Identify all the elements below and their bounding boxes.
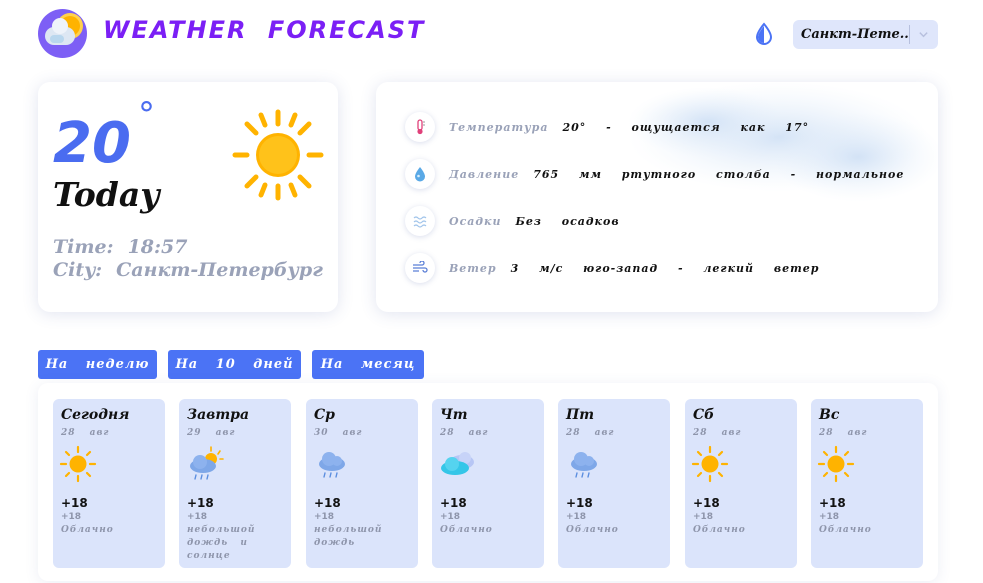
- current-temperature: 20: [53, 111, 131, 176]
- cloudy-icon: [441, 452, 474, 475]
- forecast-day-card[interactable]: Чт 28 авг +18 +18 Облачно: [432, 399, 544, 568]
- tab-10-days[interactable]: На 10 дней: [168, 350, 301, 379]
- day-name: Ср: [314, 407, 335, 423]
- day-min-temp: +18: [61, 512, 82, 522]
- detail-value: 3 м/с юго-запад - легкий ветер: [510, 261, 820, 275]
- day-name: Вс: [819, 407, 840, 423]
- day-description: Облачно: [693, 525, 746, 535]
- day-name: Чт: [440, 407, 468, 423]
- wind-icon: [405, 253, 435, 283]
- precipitation-icon: [405, 206, 435, 236]
- forecast-day-card[interactable]: Пт 28 авг +18 +18 Облачно: [558, 399, 670, 568]
- day-min-temp: +18: [187, 512, 208, 522]
- day-date: 29 авг: [187, 428, 236, 438]
- day-temp: +18: [693, 496, 720, 510]
- detail-value: 20° - ощущается как 17°: [562, 120, 810, 134]
- forecast-day-card[interactable]: Вс 28 авг +18 +18 Облачно: [811, 399, 923, 568]
- detail-temperature: Температура 20° - ощущается как 17°: [405, 112, 809, 142]
- details-card: Температура 20° - ощущается как 17° Давл…: [376, 82, 938, 312]
- tab-week[interactable]: На неделю: [38, 350, 157, 379]
- day-temp: +18: [314, 496, 341, 510]
- day-description: Облачно: [819, 525, 872, 535]
- detail-value: Без осадков: [515, 214, 620, 228]
- today-label: Today: [53, 175, 160, 214]
- time-value: 18:57: [127, 236, 188, 258]
- day-description: Облачно: [566, 525, 619, 535]
- day-min-temp: +18: [440, 512, 461, 522]
- day-name: Завтра: [187, 407, 250, 423]
- day-min-temp: +18: [314, 512, 335, 522]
- city-select-value: Санкт-Пете...: [801, 27, 909, 42]
- today-card: 20 ° Today Time: 18:57 City: Санкт-Петер…: [38, 82, 338, 312]
- day-description: небольшой дождь и солнце: [187, 525, 256, 561]
- forecast-day-card[interactable]: Ср 30 авг +18 +18 небольшой дождь: [306, 399, 418, 568]
- sun-rain-cloud-icon: [190, 446, 224, 480]
- time-row: Time: 18:57: [53, 236, 323, 259]
- city-value: Санкт-Петербург: [116, 259, 323, 281]
- day-date: 28 авг: [440, 428, 489, 438]
- city-select[interactable]: Санкт-Пете...: [793, 20, 938, 49]
- today-meta: Time: 18:57 City: Санкт-Петербург: [53, 236, 323, 282]
- app: WEATHER FORECAST Санкт-Пете... 20 ° Toda…: [0, 0, 983, 583]
- day-min-temp: +18: [819, 512, 840, 522]
- day-temp: +18: [566, 496, 593, 510]
- app-logo: [38, 9, 87, 58]
- time-label: Time:: [53, 236, 114, 258]
- logo-rain-icon: [50, 35, 64, 43]
- day-temp: +18: [187, 496, 214, 510]
- day-description: Облачно: [440, 525, 493, 535]
- city-label: City:: [53, 259, 103, 281]
- day-description: Облачно: [61, 525, 114, 535]
- detail-wind: Ветер 3 м/с юго-запад - легкий ветер: [405, 253, 819, 283]
- day-min-temp: +18: [566, 512, 587, 522]
- detail-pressure: Давление 765 мм ртутного столба - нормал…: [405, 159, 904, 189]
- pressure-drop-icon: [405, 159, 435, 189]
- day-temp: +18: [440, 496, 467, 510]
- day-temp: +18: [819, 496, 846, 510]
- detail-label: Температура: [449, 120, 549, 134]
- detail-label: Осадки: [449, 214, 502, 228]
- rain-cloud-icon: [319, 452, 345, 478]
- sun-icon: [232, 109, 324, 201]
- day-date: 28 авг: [566, 428, 615, 438]
- forecast-day-card[interactable]: Завтра 29 авг +18 +18 небольшой дождь и …: [179, 399, 291, 568]
- day-name: Сегодня: [61, 407, 130, 423]
- day-name: Сб: [693, 407, 715, 423]
- day-date: 30 авг: [314, 428, 363, 438]
- degree-symbol: °: [138, 95, 155, 135]
- day-description: небольшой дождь: [314, 525, 383, 548]
- detail-precipitation: Осадки Без осадков: [405, 206, 620, 236]
- detail-label: Давление: [449, 167, 520, 181]
- day-temp: +18: [61, 496, 88, 510]
- forecast-day-card[interactable]: Сб 28 авг +18 +18 Облачно: [685, 399, 797, 568]
- city-row: City: Санкт-Петербург: [53, 259, 323, 282]
- day-date: 28 авг: [819, 428, 868, 438]
- sun-icon: [817, 445, 855, 483]
- detail-label: Ветер: [449, 261, 497, 275]
- sun-icon: [59, 445, 97, 483]
- sun-icon: [691, 445, 729, 483]
- tab-month[interactable]: На месяц: [312, 350, 424, 379]
- theme-toggle-button[interactable]: [752, 22, 776, 46]
- forecast-panel: Сегодня 28 авг +18 +18 Облачно Завтра 29…: [38, 383, 938, 581]
- detail-value: 765 мм ртутного столба - нормальное: [533, 167, 905, 181]
- forecast-day-card[interactable]: Сегодня 28 авг +18 +18 Облачно: [53, 399, 165, 568]
- droplet-half-icon: [755, 22, 773, 45]
- day-date: 28 авг: [61, 428, 110, 438]
- chevron-down-icon[interactable]: [910, 29, 937, 40]
- day-min-temp: +18: [693, 512, 714, 522]
- rain-cloud-icon: [571, 452, 597, 478]
- day-name: Пт: [566, 407, 595, 423]
- thermometer-icon: [405, 112, 435, 142]
- day-date: 28 авг: [693, 428, 742, 438]
- cloud-background-image: [628, 82, 938, 202]
- app-title: WEATHER FORECAST: [103, 16, 426, 44]
